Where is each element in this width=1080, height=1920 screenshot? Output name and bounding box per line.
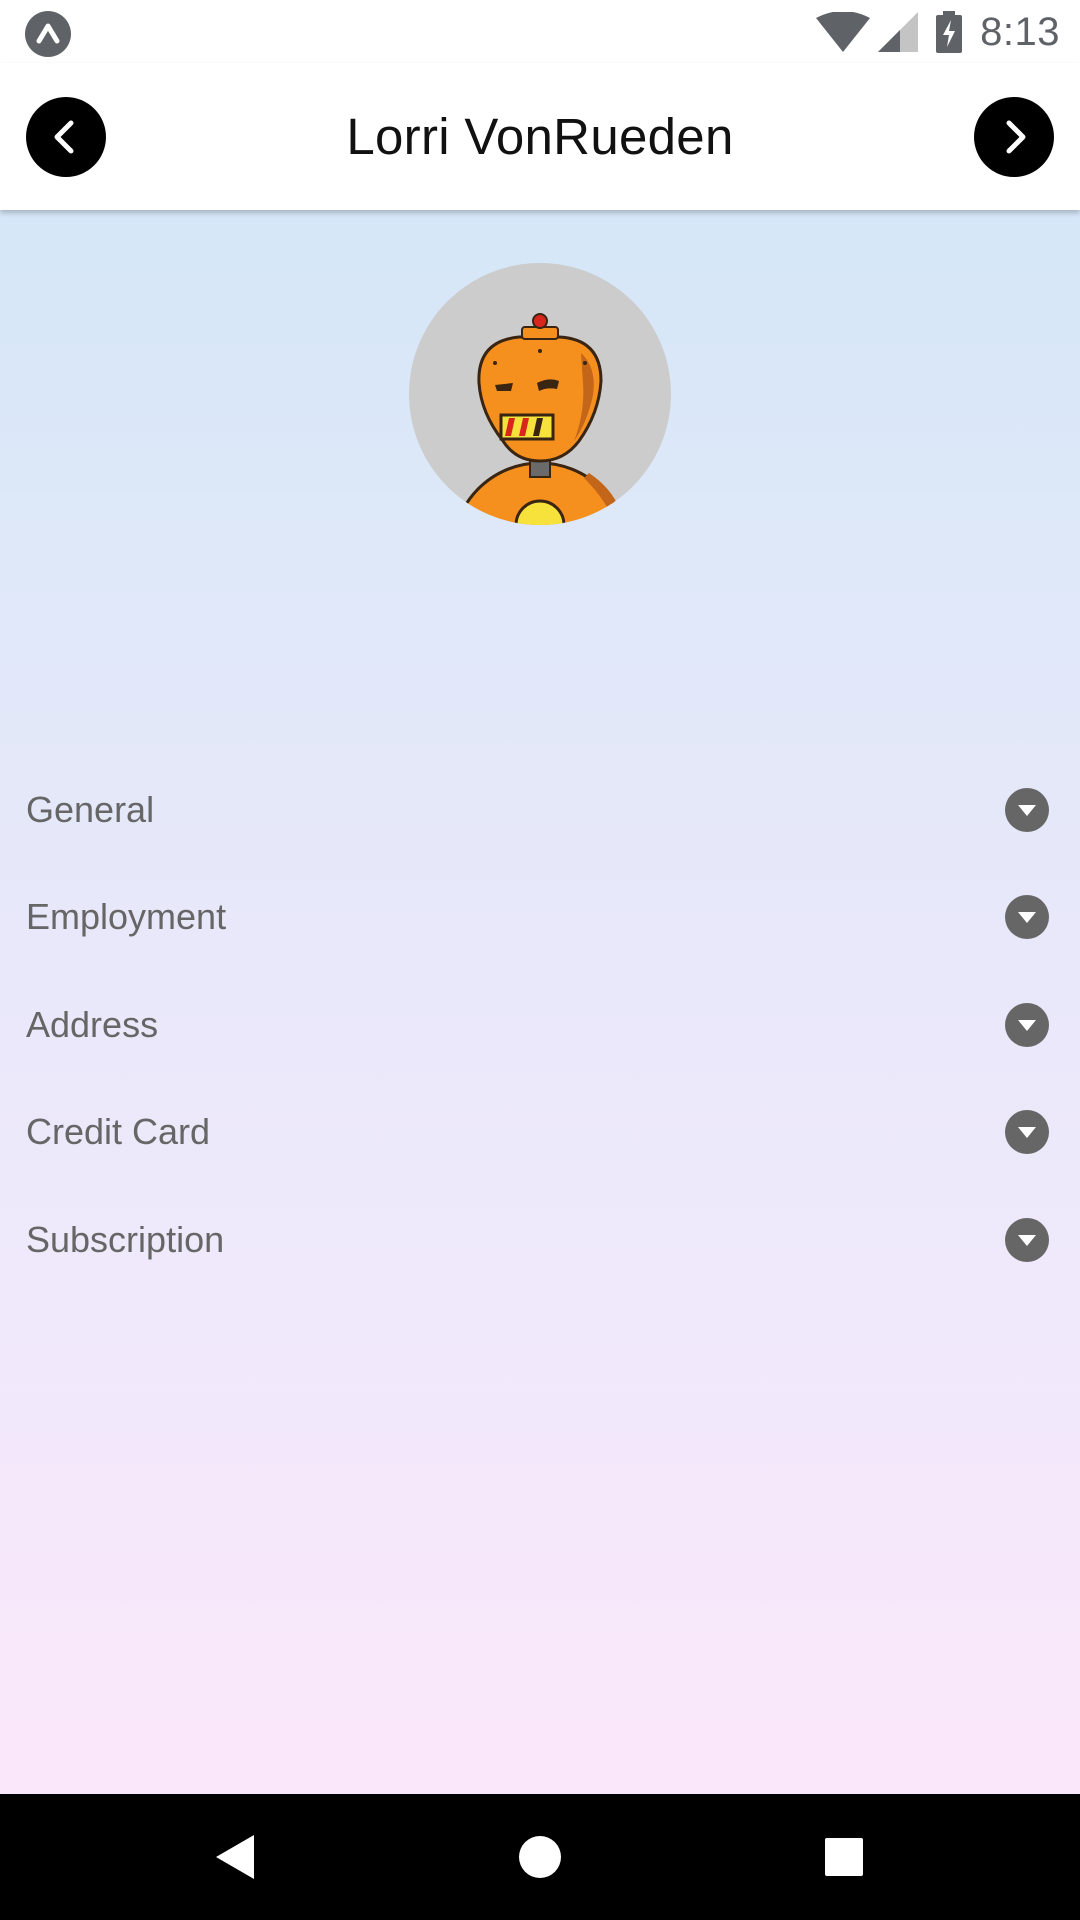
page-title: Lorri VonRueden [346,108,734,165]
next-profile-button[interactable] [974,97,1054,177]
section-label: Address [26,1004,159,1045]
section-label: General [26,789,155,830]
status-time: 8:13 [980,9,1060,54]
section-subscription[interactable]: Subscription [0,1190,1080,1290]
section-employment[interactable]: Employment [0,867,1080,967]
status-bar: 8:13 [0,0,1080,63]
section-address[interactable]: Address [0,975,1080,1075]
expand-icon[interactable] [1005,895,1049,939]
wifi-icon [816,12,871,52]
section-general[interactable]: General [0,760,1080,860]
chevron-left-icon [54,120,74,154]
back-triangle-icon[interactable] [200,1821,272,1893]
profile-content: General Employment Address Credit Card S… [0,210,1080,1794]
expand-icon[interactable] [1005,1003,1049,1047]
home-circle-icon[interactable] [504,1821,576,1893]
status-icons: 8:13 [816,8,1060,56]
section-credit-card[interactable]: Credit Card [0,1082,1080,1182]
app-header: Lorri VonRueden [0,63,1080,210]
avatar [409,263,671,525]
expand-icon[interactable] [1005,1110,1049,1154]
signal-icon [878,12,919,52]
expand-icon[interactable] [1005,788,1049,832]
chevron-right-icon [1006,120,1026,154]
battery-charging-icon [936,11,963,53]
recents-square-icon[interactable] [808,1821,880,1893]
previous-profile-button[interactable] [26,97,106,177]
expand-icon[interactable] [1005,1218,1049,1262]
system-navigation-bar [0,1794,1080,1920]
section-label: Subscription [26,1219,225,1260]
section-label: Credit Card [26,1111,211,1152]
app-badge-icon [25,11,71,57]
section-label: Employment [26,896,227,937]
robot-avatar-icon [454,313,626,525]
